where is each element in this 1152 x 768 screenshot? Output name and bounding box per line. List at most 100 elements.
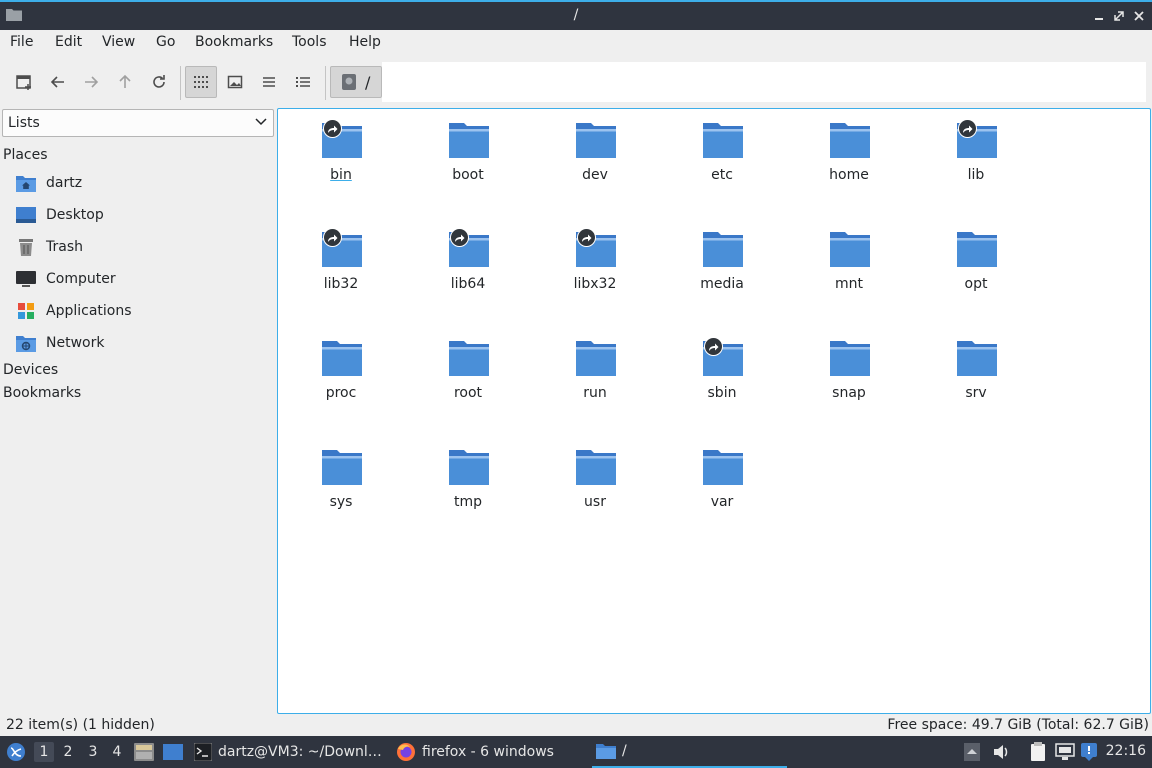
place-label: Desktop bbox=[46, 207, 104, 223]
tray-show-hidden[interactable] bbox=[962, 742, 982, 762]
detailed-list-view-button[interactable] bbox=[287, 66, 319, 98]
places-header[interactable]: Places bbox=[3, 147, 48, 163]
folder-item-lib64[interactable]: lib64 bbox=[408, 222, 528, 318]
folder-item-media[interactable]: media bbox=[662, 222, 782, 318]
folder-name: sbin bbox=[707, 385, 737, 401]
arrow-right-icon bbox=[85, 76, 99, 88]
thumbnail-view-button[interactable] bbox=[219, 66, 251, 98]
folder-item-proc[interactable]: proc bbox=[281, 331, 401, 427]
minimize-button[interactable] bbox=[1090, 7, 1108, 25]
home-folder-icon bbox=[16, 173, 36, 193]
desktop-switch-1[interactable]: 1 bbox=[34, 742, 54, 762]
folder-item-root[interactable]: root bbox=[408, 331, 528, 427]
desktop-switch-4[interactable]: 4 bbox=[107, 744, 127, 760]
arrow-up-icon bbox=[119, 74, 131, 88]
place-label: Computer bbox=[46, 271, 116, 287]
folder-item-libx32[interactable]: libx32 bbox=[535, 222, 655, 318]
folder-icon bbox=[830, 232, 870, 267]
place-applications[interactable]: Applications bbox=[16, 298, 272, 324]
folder-item-boot[interactable]: boot bbox=[408, 113, 528, 209]
place-label: dartz bbox=[46, 175, 83, 191]
folder-icon bbox=[957, 232, 997, 267]
tray-clipboard[interactable] bbox=[1028, 742, 1048, 762]
folder-name: usr bbox=[584, 494, 606, 510]
maximize-button[interactable] bbox=[1110, 7, 1128, 25]
new-tab-button[interactable] bbox=[8, 66, 40, 98]
arrow-left-icon bbox=[50, 76, 64, 88]
folder-item-tmp[interactable]: tmp bbox=[408, 440, 528, 536]
folder-item-var[interactable]: var bbox=[662, 440, 782, 536]
forward-button[interactable] bbox=[75, 66, 107, 98]
folder-item-bin[interactable]: bin bbox=[281, 113, 401, 209]
up-button[interactable] bbox=[109, 66, 141, 98]
menu-bookmarks[interactable]: Bookmarks bbox=[195, 34, 273, 50]
folder-name: srv bbox=[965, 385, 987, 401]
menu-go[interactable]: Go bbox=[156, 34, 175, 50]
place-trash[interactable]: Trash bbox=[16, 234, 272, 260]
folder-icon bbox=[830, 123, 870, 158]
menu-tools[interactable]: Tools bbox=[292, 34, 327, 50]
folder-item-lib32[interactable]: lib32 bbox=[281, 222, 401, 318]
show-desktop-icon bbox=[163, 744, 183, 760]
folder-item-usr[interactable]: usr bbox=[535, 440, 655, 536]
trash-icon bbox=[16, 237, 36, 257]
bookmarks-header[interactable]: Bookmarks bbox=[3, 385, 81, 401]
place-computer[interactable]: Computer bbox=[16, 266, 272, 292]
path-button-root[interactable]: / bbox=[330, 66, 382, 98]
task-label: / bbox=[622, 743, 627, 759]
menu-file[interactable]: File bbox=[10, 34, 33, 50]
folder-name: home bbox=[829, 167, 869, 183]
folder-item-lib[interactable]: lib bbox=[916, 113, 1036, 209]
folder-item-opt[interactable]: opt bbox=[916, 222, 1036, 318]
quicklaunch-file-manager[interactable] bbox=[134, 742, 154, 762]
desktop-icon bbox=[16, 205, 36, 225]
folder-name: libx32 bbox=[573, 276, 617, 292]
devices-header[interactable]: Devices bbox=[3, 362, 58, 378]
symlink-arrow-icon bbox=[323, 228, 342, 247]
folder-item-sbin[interactable]: sbin bbox=[662, 331, 782, 427]
side-pane-mode-select[interactable]: Lists bbox=[2, 109, 274, 137]
symlink-arrow-icon bbox=[450, 228, 469, 247]
folder-item-srv[interactable]: srv bbox=[916, 331, 1036, 427]
menu-edit[interactable]: Edit bbox=[55, 34, 82, 50]
folder-icon bbox=[576, 341, 616, 376]
close-button[interactable] bbox=[1130, 7, 1148, 25]
image-icon bbox=[227, 75, 243, 89]
folder-icon bbox=[703, 232, 743, 267]
path-bar-input[interactable] bbox=[382, 62, 1146, 102]
folder-name: lib64 bbox=[450, 276, 486, 292]
place-label: Applications bbox=[46, 303, 132, 319]
back-button[interactable] bbox=[42, 66, 74, 98]
task-file-manager[interactable]: / bbox=[592, 736, 787, 768]
folder-item-run[interactable]: run bbox=[535, 331, 655, 427]
task-firefox[interactable]: firefox - 6 windows bbox=[396, 736, 554, 768]
place-network[interactable]: Network bbox=[16, 330, 272, 356]
folder-item-snap[interactable]: snap bbox=[789, 331, 909, 427]
terminal-icon bbox=[194, 743, 212, 761]
tray-network[interactable] bbox=[1055, 742, 1075, 762]
file-icon-view[interactable]: bin boot dev etc home lib lib32 lib64 libx32 medi… bbox=[277, 108, 1151, 714]
free-space-status: Free space: 49.7 GiB (Total: 62.7 GiB) bbox=[887, 717, 1149, 733]
tray-notifications[interactable] bbox=[1080, 742, 1100, 762]
tray-volume[interactable] bbox=[991, 742, 1011, 762]
folder-name: root bbox=[453, 385, 483, 401]
menu-help[interactable]: Help bbox=[349, 34, 381, 50]
folder-item-dev[interactable]: dev bbox=[535, 113, 655, 209]
reload-button[interactable] bbox=[143, 66, 175, 98]
clock[interactable]: 22:16 bbox=[1106, 743, 1146, 759]
place-dartz[interactable]: dartz bbox=[16, 170, 272, 196]
tray-arrow-icon bbox=[964, 743, 980, 761]
start-menu-button[interactable] bbox=[6, 742, 26, 762]
folder-item-sys[interactable]: sys bbox=[281, 440, 401, 536]
folder-item-mnt[interactable]: mnt bbox=[789, 222, 909, 318]
compact-view-button[interactable] bbox=[253, 66, 285, 98]
menu-view[interactable]: View bbox=[102, 34, 135, 50]
task-terminal[interactable]: dartz@VM3: ~/Downl… bbox=[194, 736, 382, 768]
desktop-switch-2[interactable]: 2 bbox=[58, 744, 78, 760]
icon-view-button[interactable] bbox=[185, 66, 217, 98]
folder-item-home[interactable]: home bbox=[789, 113, 909, 209]
folder-item-etc[interactable]: etc bbox=[662, 113, 782, 209]
place-desktop[interactable]: Desktop bbox=[16, 202, 272, 228]
quicklaunch-show-desktop[interactable] bbox=[163, 742, 183, 762]
desktop-switch-3[interactable]: 3 bbox=[83, 744, 103, 760]
